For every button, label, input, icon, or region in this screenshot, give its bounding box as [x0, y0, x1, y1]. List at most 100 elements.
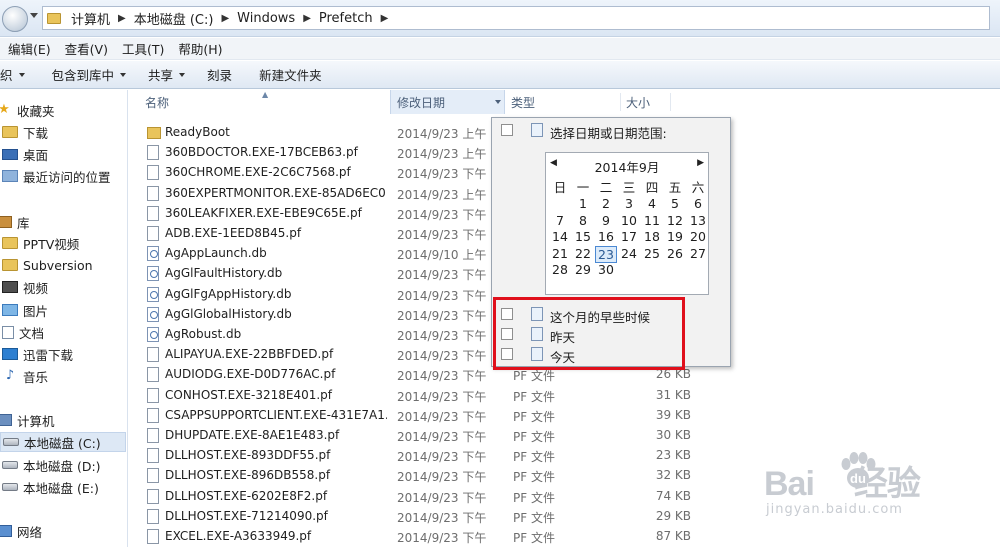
calendar-day[interactable]: 1 — [572, 196, 594, 211]
calendar-day[interactable]: 27 — [687, 246, 709, 261]
breadcrumb-item-drive-c[interactable]: 本地磁盘 (C:) ▶ — [134, 9, 237, 28]
drive-icon — [2, 461, 18, 469]
file-row[interactable]: DHUPDATE.EXE-8AE1E483.pf 2014/9/23 下午 PF 文… — [129, 425, 1000, 445]
calendar-month-label[interactable]: 2014年9月 — [546, 157, 708, 176]
file-date: 2014/9/23 下午 — [397, 430, 487, 444]
calendar-day[interactable]: 7 — [549, 213, 571, 228]
history-dropdown-icon[interactable] — [30, 13, 38, 18]
folder-icon — [2, 259, 18, 271]
nav-item-downloads[interactable]: 下载 — [2, 122, 48, 142]
calendar-day[interactable]: 3 — [618, 196, 640, 211]
filter-dropdown-icon[interactable] — [495, 100, 501, 104]
chevron-right-icon[interactable]: ▶ — [221, 13, 229, 24]
calendar-day[interactable]: 26 — [664, 246, 686, 261]
command-bar: 织 包含到库中 共享 刻录 新建文件夹 — [0, 61, 1000, 89]
calendar-day[interactable]: 29 — [572, 262, 594, 277]
calendar-day[interactable]: 16 — [595, 229, 617, 244]
calendar-day[interactable]: 6 — [687, 196, 709, 211]
column-label: 大小 — [626, 95, 651, 110]
download-icon — [2, 348, 18, 360]
calendar-day[interactable]: 20 — [687, 229, 709, 244]
breadcrumb[interactable]: 计算机 ▶ 本地磁盘 (C:) ▶ Windows ▶ Prefetch ▶ — [42, 6, 990, 30]
calendar-day[interactable]: 9 — [595, 213, 617, 228]
column-header-date[interactable]: 修改日期 — [390, 90, 505, 114]
nav-label: 最近访问的位置 — [23, 169, 111, 185]
column-label: 名称 — [145, 95, 170, 110]
nav-network[interactable]: 网络 — [0, 521, 42, 541]
date-range-checkbox[interactable] — [501, 124, 513, 136]
breadcrumb-item-prefetch[interactable]: Prefetch ▶ — [319, 11, 396, 26]
calendar-day[interactable]: 15 — [572, 229, 594, 244]
nav-item-recent-places[interactable]: 最近访问的位置 — [2, 166, 111, 186]
column-header-size[interactable]: 大小 — [626, 90, 686, 114]
nav-item-documents[interactable]: 文档 — [2, 322, 44, 342]
nav-item-thunder-downloads[interactable]: 迅雷下载 — [2, 344, 73, 364]
calendar-day[interactable]: 19 — [664, 229, 686, 244]
file-date: 2014/9/23 下午 — [397, 531, 487, 545]
nav-label: 本地磁盘 (E:) — [23, 480, 99, 496]
nav-label: 图片 — [23, 303, 49, 319]
nav-item-drive-e[interactable]: 本地磁盘 (E:) — [2, 477, 99, 497]
chevron-right-icon[interactable]: ▶ — [381, 13, 389, 24]
calendar-day[interactable]: 18 — [641, 229, 663, 244]
calendar-day[interactable]: 14 — [549, 229, 571, 244]
nav-item-pptv[interactable]: PPTV视频 — [2, 233, 79, 253]
chevron-right-icon[interactable]: ▶ — [303, 13, 311, 24]
calendar-day[interactable]: 28 — [549, 262, 571, 277]
file-name: AgGlFaultHistory.db — [165, 266, 283, 281]
calendar-day[interactable]: 30 — [595, 262, 617, 277]
drive-icon — [2, 483, 18, 491]
file-type: PF 文件 — [513, 510, 555, 525]
file-row[interactable]: CSAPPSUPPORTCLIENT.EXE-431E7A1... 2014/9/… — [129, 405, 1000, 425]
weekday-label: 日 — [553, 180, 567, 195]
breadcrumb-item-windows[interactable]: Windows ▶ — [237, 11, 319, 26]
calendar-day[interactable]: 2 — [595, 196, 617, 211]
next-month-icon[interactable]: ▶ — [697, 158, 704, 168]
include-in-library-button[interactable]: 包含到库中 — [52, 65, 127, 84]
column-divider[interactable] — [620, 93, 621, 111]
calendar-day[interactable]: 24 — [618, 246, 640, 261]
nav-libraries[interactable]: 库 — [0, 212, 30, 232]
nav-item-videos[interactable]: 视频 — [2, 277, 48, 297]
calendar-day-selected[interactable]: 23 — [595, 245, 617, 263]
calendar-day[interactable]: 4 — [641, 196, 663, 211]
menu-help[interactable]: 帮助(H) — [178, 39, 222, 58]
breadcrumb-item-computer[interactable]: 计算机 ▶ — [71, 9, 134, 28]
nav-item-subversion[interactable]: Subversion — [2, 255, 93, 275]
calendar-day[interactable]: 11 — [641, 213, 663, 228]
new-folder-button[interactable]: 新建文件夹 — [259, 65, 322, 84]
organize-button[interactable]: 织 — [0, 65, 25, 84]
nav-item-drive-c[interactable]: 本地磁盘 (C:) — [0, 432, 126, 452]
nav-favorites[interactable]: ★ 收藏夹 — [0, 100, 55, 120]
calendar-day[interactable]: 10 — [618, 213, 640, 228]
nav-computer[interactable]: 计算机 — [0, 410, 55, 430]
chevron-right-icon[interactable]: ▶ — [118, 13, 126, 24]
burn-button[interactable]: 刻录 — [207, 65, 232, 84]
nav-item-music[interactable]: ♪ 音乐 — [2, 366, 48, 386]
menu-edit[interactable]: 编辑(E) — [8, 39, 51, 58]
calendar-day[interactable]: 13 — [687, 213, 709, 228]
menu-view[interactable]: 查看(V) — [65, 39, 108, 58]
file-name: AUDIODG.EXE-D0D776AC.pf — [165, 367, 336, 382]
calendar-day[interactable]: 5 — [664, 196, 686, 211]
calendar-day[interactable]: 8 — [572, 213, 594, 228]
file-type: PF 文件 — [513, 430, 555, 444]
share-button[interactable]: 共享 — [148, 65, 186, 84]
file-icon — [147, 448, 159, 464]
calendar-day[interactable]: 17 — [618, 229, 640, 244]
calendar-day[interactable]: 12 — [664, 213, 686, 228]
calendar-day[interactable]: 21 — [549, 246, 571, 261]
file-icon — [147, 347, 159, 363]
nav-item-desktop[interactable]: 桌面 — [2, 144, 48, 164]
column-divider[interactable] — [670, 93, 671, 111]
calendar-day[interactable]: 25 — [641, 246, 663, 261]
file-name: DLLHOST.EXE-896DB558.pf — [165, 468, 331, 483]
share-label: 共享 — [148, 68, 174, 83]
nav-item-pictures[interactable]: 图片 — [2, 300, 48, 320]
back-button[interactable] — [2, 6, 28, 32]
nav-item-drive-d[interactable]: 本地磁盘 (D:) — [2, 455, 101, 475]
calendar-day[interactable]: 22 — [572, 246, 594, 261]
file-row[interactable]: CONHOST.EXE-3218E401.pf 2014/9/23 下午 PF 文件… — [129, 385, 1000, 405]
menu-tools[interactable]: 工具(T) — [122, 39, 164, 58]
column-header-type[interactable]: 类型 — [511, 90, 621, 114]
